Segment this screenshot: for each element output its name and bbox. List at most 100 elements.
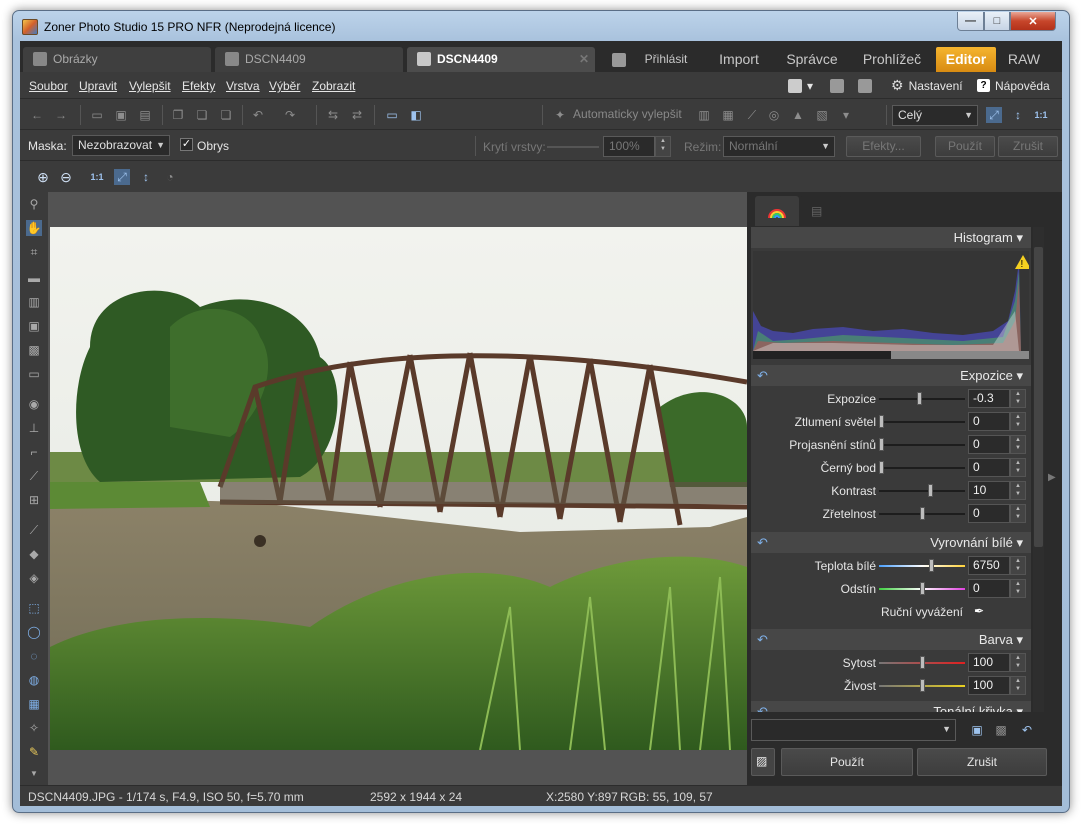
fit-height-icon[interactable]: ↕ — [1010, 107, 1026, 123]
compare-button[interactable]: ▨ — [751, 748, 775, 776]
save-icon[interactable]: ▣ — [113, 107, 129, 123]
distortion-icon[interactable]: ▩ — [26, 342, 42, 358]
zoom-tool-icon[interactable]: ⚲ — [26, 196, 42, 212]
settings-button[interactable]: ⚙ Nastavení — [891, 77, 963, 94]
info-button[interactable] — [830, 77, 844, 94]
adjust-value-input[interactable]: 0 — [968, 435, 1010, 454]
help-button[interactable]: ? Nápověda — [977, 77, 1050, 94]
module-manager[interactable]: Správce — [776, 47, 848, 72]
menu-zobrazit[interactable]: Zobrazit — [312, 79, 355, 93]
adjust-slider[interactable] — [879, 415, 965, 428]
menu-soubor[interactable]: Soubor — [29, 79, 68, 93]
effects-icon[interactable]: ▾ — [838, 107, 854, 123]
undo-icon[interactable]: ↶ — [1019, 722, 1035, 738]
slider-handle[interactable] — [917, 392, 923, 405]
back-icon[interactable]: ← — [29, 107, 45, 123]
delete-preset-icon[interactable]: ▩ — [993, 722, 1009, 738]
paste-special-icon[interactable]: ❏ — [218, 107, 234, 123]
adjust-slider[interactable] — [879, 461, 965, 474]
slider-handle[interactable] — [879, 415, 884, 428]
zoom-out-icon[interactable]: ⊖ — [58, 169, 74, 185]
effects-button[interactable]: Efekty... — [846, 136, 921, 157]
panel-collapse-icon[interactable]: ▶ — [1048, 472, 1056, 483]
magnetic-lasso-icon[interactable]: ◍ — [26, 672, 42, 688]
eraser-icon[interactable]: ◈ — [26, 570, 42, 586]
slider-handle[interactable] — [919, 679, 925, 692]
value-spinner[interactable]: ▲ ▼ — [1010, 458, 1026, 477]
image-canvas[interactable] — [48, 192, 747, 785]
print-icon[interactable]: ▤ — [137, 107, 153, 123]
adjust-value-input[interactable]: 0 — [968, 579, 1010, 598]
fit-window-icon[interactable]: ⤢ — [114, 169, 130, 185]
manual-balance-row[interactable]: Ruční vyvážení ✒ — [751, 601, 1031, 623]
white-balance-header[interactable]: ↶ Vyrovnání bílé ▾ — [751, 532, 1031, 553]
tab-editor-document[interactable]: DSCN4409 ✕ — [407, 47, 595, 72]
fit-height-icon[interactable]: ↕ — [138, 169, 154, 185]
scrollbar-thumb[interactable] — [1034, 247, 1043, 547]
undo-icon[interactable]: ↶ — [250, 107, 266, 123]
slider-handle[interactable] — [879, 461, 884, 474]
curves-icon[interactable]: ▦ — [720, 107, 736, 123]
adjust-slider[interactable] — [879, 582, 965, 595]
reset-icon[interactable]: ↶ — [757, 629, 768, 650]
zoom-1to1-icon[interactable]: 1:1 — [89, 169, 105, 185]
reset-icon[interactable]: ↶ — [757, 365, 768, 386]
adjust-value-input[interactable]: 0 — [968, 504, 1010, 523]
crop-icon[interactable]: ⌗ — [26, 244, 42, 260]
paste-icon[interactable]: ❏ — [194, 107, 210, 123]
lasso-icon[interactable]: ◌ — [26, 648, 42, 664]
slider-handle[interactable] — [879, 438, 884, 451]
apply-button[interactable]: Použít — [935, 136, 995, 157]
healing-icon[interactable]: ⌐ — [26, 444, 42, 460]
outline-checkbox[interactable]: ✓ — [180, 138, 193, 151]
module-import[interactable]: Import — [710, 47, 768, 72]
hand-tool-icon[interactable]: ✋ — [26, 220, 42, 236]
selection-brush-icon[interactable]: ▦ — [26, 696, 42, 712]
open-icon[interactable]: ▭ — [89, 107, 105, 123]
adjust-value-input[interactable]: 100 — [968, 676, 1010, 695]
lens-correction-icon[interactable]: ▣ — [26, 318, 42, 334]
menu-vyber[interactable]: Výběr — [269, 79, 300, 93]
tab-obrazky[interactable]: Obrázky — [23, 47, 211, 72]
patch-icon[interactable]: ⊞ — [26, 492, 42, 508]
adjust-slider[interactable] — [879, 392, 965, 405]
login-link[interactable]: Přihlásit — [630, 47, 702, 72]
stamp-icon[interactable]: ⊥ — [26, 420, 42, 436]
rotate-right-icon[interactable]: ⇄ — [349, 107, 365, 123]
zoom-in-icon[interactable]: ⊕ — [35, 169, 51, 185]
adjust-slider[interactable] — [879, 438, 965, 451]
tab-adjustments[interactable] — [755, 196, 799, 226]
panel-apply-button[interactable]: Použít — [781, 748, 913, 776]
panel-scrollbar[interactable] — [1033, 227, 1044, 712]
copy-icon[interactable]: ❐ — [170, 107, 186, 123]
slider-handle[interactable] — [927, 484, 933, 497]
tone-curve-header[interactable]: ↶ Tonální křivka ▾ — [751, 701, 1031, 712]
adjust-slider[interactable] — [879, 656, 965, 669]
canvas-icon[interactable]: ▭ — [26, 366, 42, 382]
adjust-value-input[interactable]: 0 — [968, 412, 1010, 431]
adjust-slider[interactable] — [879, 484, 965, 497]
straighten-icon[interactable]: ▬ — [26, 270, 42, 286]
tab-viewer[interactable]: DSCN4409 — [215, 47, 403, 72]
retouch-icon[interactable]: ⟋ — [26, 468, 42, 484]
adjust-slider[interactable] — [879, 679, 965, 692]
adjust-value-input[interactable]: -0.3 — [968, 389, 1010, 408]
ellipse-select-icon[interactable]: ◯ — [26, 624, 42, 640]
value-spinner[interactable]: ▲ ▼ — [1010, 435, 1026, 454]
image-menu-button[interactable]: ▾ — [788, 77, 813, 94]
forward-icon[interactable]: → — [53, 107, 69, 123]
color-header[interactable]: ↶ Barva ▾ — [751, 629, 1031, 650]
publish-button[interactable] — [858, 77, 872, 94]
zoom-1to1-icon[interactable]: 1:1 — [1033, 107, 1049, 123]
panel-cancel-button[interactable]: Zrušit — [917, 748, 1047, 776]
maximize-button[interactable]: □ — [984, 12, 1010, 31]
value-spinner[interactable]: ▲ ▼ — [1010, 412, 1026, 431]
exposure-header[interactable]: ↶ Expozice ▾ — [751, 365, 1031, 386]
value-spinner[interactable]: ▲ ▼ — [1010, 504, 1026, 523]
frame-icon[interactable]: ▧ — [814, 107, 830, 123]
adjust-value-input[interactable]: 100 — [968, 653, 1010, 672]
zoom-tool-icon[interactable]: ◔ — [162, 169, 178, 185]
magic-wand-icon[interactable]: ✧ — [26, 720, 42, 736]
adjust-slider[interactable] — [879, 559, 965, 572]
reset-icon[interactable]: ↶ — [757, 701, 768, 712]
